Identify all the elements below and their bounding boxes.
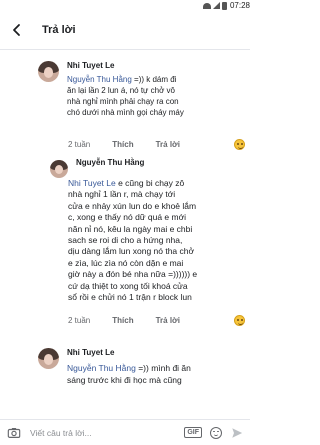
reply-composer: Viết câu trả lời... GIF	[0, 419, 250, 445]
avatar[interactable]	[38, 348, 59, 369]
comment-body: Nhi Tuyet Le Nguyễn Thu Hằng =)) mình đi…	[67, 348, 242, 386]
comment-text: Nguyễn Thu Hằng =)) k dám đi ăn lại lần …	[67, 75, 184, 117]
reply-input[interactable]: Viết câu trả lời...	[30, 424, 184, 442]
comment: Nguyễn Thu Hằng	[50, 158, 246, 178]
comment-author[interactable]: Nhi Tuyet Le	[67, 61, 242, 71]
like-button[interactable]: Thích	[112, 140, 133, 149]
comment-time: 2 tuần	[68, 140, 91, 149]
like-button[interactable]: Thích	[112, 316, 133, 325]
comment-body: Nhi Tuyet Le Nguyễn Thu Hằng =)) k dám đ…	[67, 61, 242, 118]
haha-reaction-icon[interactable]	[234, 315, 245, 326]
comment-author[interactable]: Nguyễn Thu Hằng	[76, 158, 246, 168]
camera-icon	[7, 427, 21, 438]
page-title: Trả lời	[42, 24, 76, 36]
status-icons: 07:28	[202, 0, 250, 11]
comment-text: Nhi Tuyet Le e cũng bi chạy zô nhà nghỉ …	[68, 178, 198, 303]
signal-icon	[212, 2, 220, 9]
gif-button[interactable]: GIF	[184, 427, 202, 438]
comment-body: Nguyễn Thu Hằng	[76, 158, 246, 178]
battery-icon	[221, 1, 227, 10]
comment-time: 2 tuần	[68, 316, 91, 325]
status-bar: 07:28	[0, 0, 250, 11]
send-button[interactable]	[230, 426, 244, 440]
comment-author[interactable]: Nhi Tuyet Le	[67, 348, 242, 358]
wifi-icon	[202, 2, 211, 9]
mention-link[interactable]: Nhi Tuyet Le	[68, 178, 116, 188]
camera-button[interactable]	[6, 425, 22, 441]
send-icon	[232, 427, 243, 438]
comment-text: Nguyễn Thu Hằng =)) mình đi ăn sáng trướ…	[67, 363, 191, 385]
mention-link[interactable]: Nguyễn Thu Hằng	[67, 75, 132, 84]
comment-actions: 2 tuần Thích Trả lời	[68, 316, 202, 325]
arrow-left-icon	[13, 24, 20, 36]
reply-button[interactable]: Trả lời	[156, 140, 180, 149]
haha-reaction-icon[interactable]	[234, 139, 245, 150]
comment: Nhi Tuyet Le Nguyễn Thu Hằng =)) mình đi…	[38, 348, 248, 386]
comment-actions: 2 tuần Thích Trả lời	[68, 140, 202, 149]
app-header: Trả lời	[0, 11, 250, 50]
replies-thread[interactable]: Nhi Tuyet Le Nguyễn Thu Hằng =)) k dám đ…	[0, 50, 250, 419]
status-time: 07:28	[229, 1, 250, 10]
reply-button[interactable]: Trả lời	[156, 316, 180, 325]
emoji-icon[interactable]	[210, 426, 222, 439]
avatar[interactable]	[38, 61, 59, 82]
avatar[interactable]	[50, 160, 68, 178]
comment: Nhi Tuyet Le Nguyễn Thu Hằng =)) k dám đ…	[38, 61, 248, 118]
back-button[interactable]	[0, 11, 34, 50]
mention-link[interactable]: Nguyễn Thu Hằng	[67, 363, 136, 373]
